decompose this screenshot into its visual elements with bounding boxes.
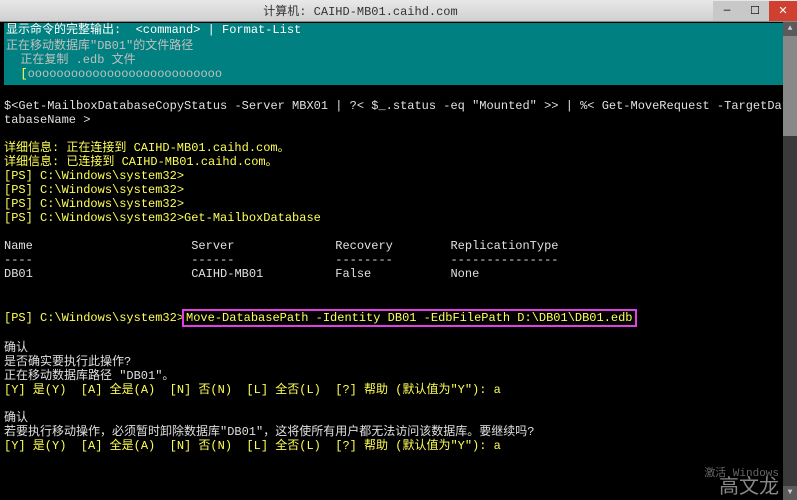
progress-line-2: 正在复制 .edb 文件 — [6, 53, 791, 67]
detail-connecting: 详细信息: 正在连接到 CAIHD-MB01.caihd.com。 — [4, 141, 793, 155]
progress-line-1: 正在移动数据库"DB01"的文件路径 — [6, 39, 791, 53]
prompt-2: [PS] C:\Windows\system32> — [4, 183, 793, 197]
confirm1-options: [Y] 是(Y) [A] 全是(A) [N] 否(N) [L] 全否(L) [?… — [4, 383, 793, 397]
progress-bar: [ooooooooooooooooooooooooooo ] — [6, 67, 791, 81]
table-row: DB01 CAIHD-MB01 False None — [4, 267, 793, 281]
watermark: 激活 Windows 高文龙 — [704, 468, 779, 494]
pipeline-cmd-1: $<Get-MailboxDatabaseCopyStatus -Server … — [4, 99, 793, 113]
scroll-down-button[interactable]: ▼ — [783, 486, 797, 500]
prompt-3: [PS] C:\Windows\system32> — [4, 197, 793, 211]
maximize-button[interactable]: ☐ — [741, 1, 769, 21]
confirm2-question: 若要执行移动操作，必须暂时卸除数据库"DB01"，这将使所有用户都无法访问该数据… — [4, 425, 793, 439]
titlebar: 计算机: CAIHD-MB01.caihd.com — ☐ ✕ — [0, 0, 797, 22]
highlighted-command: Move-DatabasePath -Identity DB01 -EdbFil… — [182, 309, 636, 327]
scroll-up-button[interactable]: ▲ — [783, 22, 797, 36]
table-header: Name Server Recovery ReplicationType — [4, 239, 793, 253]
confirm1-title: 确认 — [4, 341, 793, 355]
terminal[interactable]: 显示命令的完整输出: <command> | Format-List 正在移动数… — [0, 22, 797, 500]
pipeline-cmd-2: tabaseName > — [4, 113, 793, 127]
window: 计算机: CAIHD-MB01.caihd.com — ☐ ✕ 显示命令的完整输… — [0, 0, 797, 500]
close-button[interactable]: ✕ — [769, 1, 797, 21]
table-divider: ---- ------ -------- --------------- — [4, 253, 793, 267]
output-header: 显示命令的完整输出: <command> | Format-List — [4, 23, 793, 37]
prompt-move-dbpath: [PS] C:\Windows\system32>Move-DatabasePa… — [4, 309, 793, 327]
detail-connected: 详细信息: 已连接到 CAIHD-MB01.caihd.com。 — [4, 155, 793, 169]
progress-panel: 正在移动数据库"DB01"的文件路径 正在复制 .edb 文件 [ooooooo… — [4, 37, 793, 85]
confirm2-title: 确认 — [4, 411, 793, 425]
scroll-thumb[interactable] — [783, 36, 797, 136]
minimize-button[interactable]: — — [713, 1, 741, 21]
confirm1-question: 是否确实要执行此操作? — [4, 355, 793, 369]
window-title: 计算机: CAIHD-MB01.caihd.com — [8, 2, 713, 19]
confirm2-options: [Y] 是(Y) [A] 全是(A) [N] 否(N) [L] 全否(L) [?… — [4, 439, 793, 453]
confirm1-desc: 正在移动数据库路径 "DB01"。 — [4, 369, 793, 383]
watermark-author: 高文龙 — [704, 481, 779, 494]
scrollbar[interactable]: ▲ ▼ — [783, 22, 797, 500]
prompt-get-mailboxdb: [PS] C:\Windows\system32>Get-MailboxData… — [4, 211, 793, 225]
prompt-1: [PS] C:\Windows\system32> — [4, 169, 793, 183]
